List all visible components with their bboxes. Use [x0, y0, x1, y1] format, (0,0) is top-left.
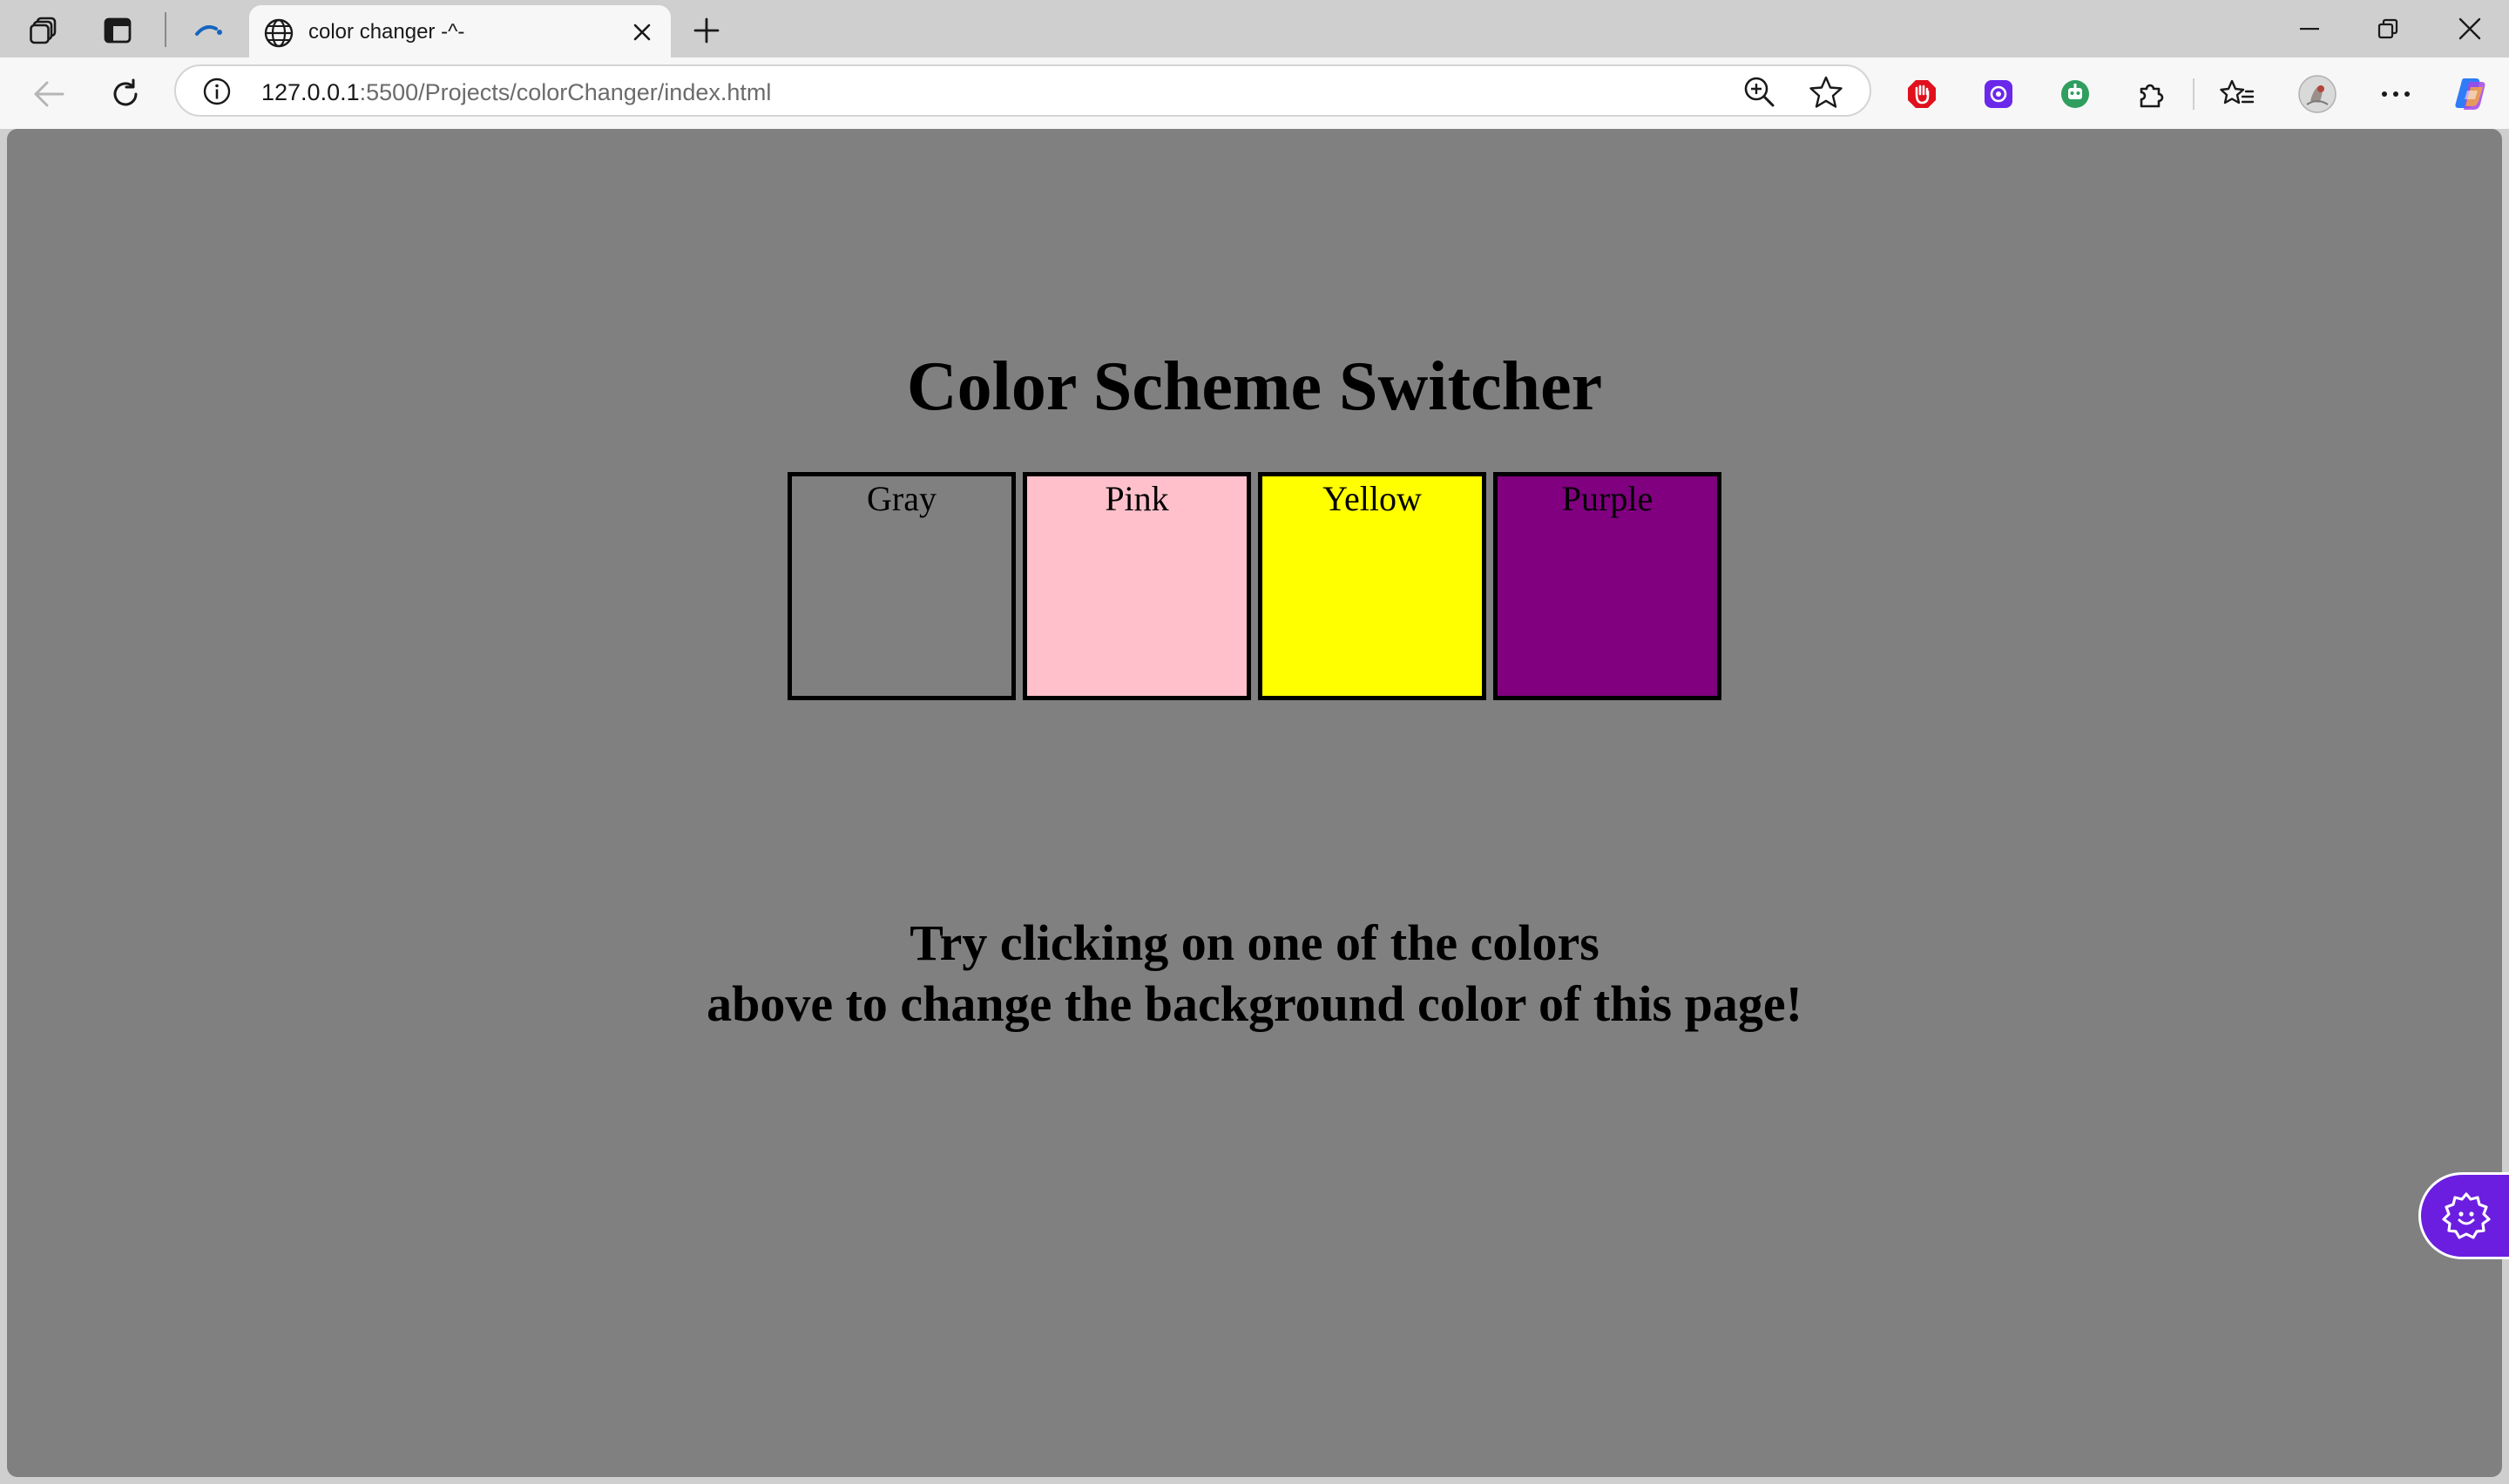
- divider: [2193, 78, 2195, 110]
- close-window-button[interactable]: [2431, 7, 2509, 51]
- plus-icon: [693, 17, 720, 44]
- avatar-icon: [2298, 75, 2337, 113]
- new-tab-button[interactable]: [686, 10, 727, 51]
- tab-title: color changer -^-: [308, 20, 465, 44]
- swatch-purple[interactable]: Purple: [1493, 472, 1721, 700]
- back-arrow-icon: [34, 81, 64, 107]
- favorites-list-icon[interactable]: [2215, 71, 2260, 117]
- restore-icon: [2377, 18, 2398, 39]
- close-icon: [2458, 17, 2481, 40]
- zoom-in-icon[interactable]: [1742, 75, 1775, 108]
- instruction-message: Try clicking on one of the colors above …: [7, 913, 2502, 1035]
- refresh-button[interactable]: [103, 71, 148, 117]
- close-tab-icon[interactable]: [626, 16, 659, 49]
- url-text[interactable]: 127.0.0.1:5500/Projects/colorChanger/ind…: [261, 79, 771, 106]
- tab-actions-icon[interactable]: [98, 10, 138, 51]
- swatch-row: Gray Pink Yellow Purple: [788, 472, 1728, 700]
- swatch-pink[interactable]: Pink: [1023, 472, 1251, 700]
- page-viewport: Color Scheme Switcher Gray Pink Yellow P…: [7, 129, 2502, 1477]
- puzzle-icon[interactable]: [2129, 71, 2174, 117]
- browser-toolbar: 127.0.0.1:5500/Projects/colorChanger/ind…: [0, 57, 2509, 129]
- minimize-button[interactable]: [2270, 7, 2349, 51]
- copilot-icon[interactable]: [2448, 71, 2493, 117]
- stop-extension-icon[interactable]: [1899, 71, 1944, 117]
- swatch-yellow[interactable]: Yellow: [1258, 472, 1486, 700]
- address-bar[interactable]: 127.0.0.1:5500/Projects/colorChanger/ind…: [174, 64, 1871, 117]
- more-dots-icon: [2382, 91, 2410, 97]
- restore-button[interactable]: [2349, 7, 2427, 51]
- minimize-icon: [2300, 28, 2319, 30]
- divider: [165, 12, 166, 47]
- url-path: :5500/Projects/colorChanger/index.html: [359, 79, 772, 105]
- back-button[interactable]: [26, 71, 71, 117]
- avatar[interactable]: [2295, 71, 2340, 117]
- purple-extension-icon[interactable]: [1976, 71, 2021, 117]
- instruction-line-1: Try clicking on one of the colors: [910, 914, 1599, 971]
- info-icon[interactable]: [202, 77, 232, 106]
- star-icon[interactable]: [1809, 75, 1843, 110]
- url-host: 127.0.0.1: [261, 79, 360, 105]
- active-tab[interactable]: color changer -^-: [249, 5, 671, 57]
- robot-extension-icon[interactable]: [2053, 71, 2098, 117]
- loading-icon: [188, 10, 228, 51]
- floating-assistant-button[interactable]: [2418, 1172, 2509, 1259]
- refresh-icon: [113, 78, 138, 106]
- swatch-gray[interactable]: Gray: [788, 472, 1016, 700]
- gear-smile-icon: [2440, 1191, 2492, 1243]
- globe-icon: [263, 17, 294, 49]
- tab-strip: color changer -^-: [0, 0, 2509, 57]
- instruction-line-2: above to change the background color of …: [707, 975, 1802, 1032]
- workspaces-icon[interactable]: [24, 10, 64, 51]
- page-title: Color Scheme Switcher: [906, 348, 1603, 425]
- more-button[interactable]: [2373, 71, 2418, 117]
